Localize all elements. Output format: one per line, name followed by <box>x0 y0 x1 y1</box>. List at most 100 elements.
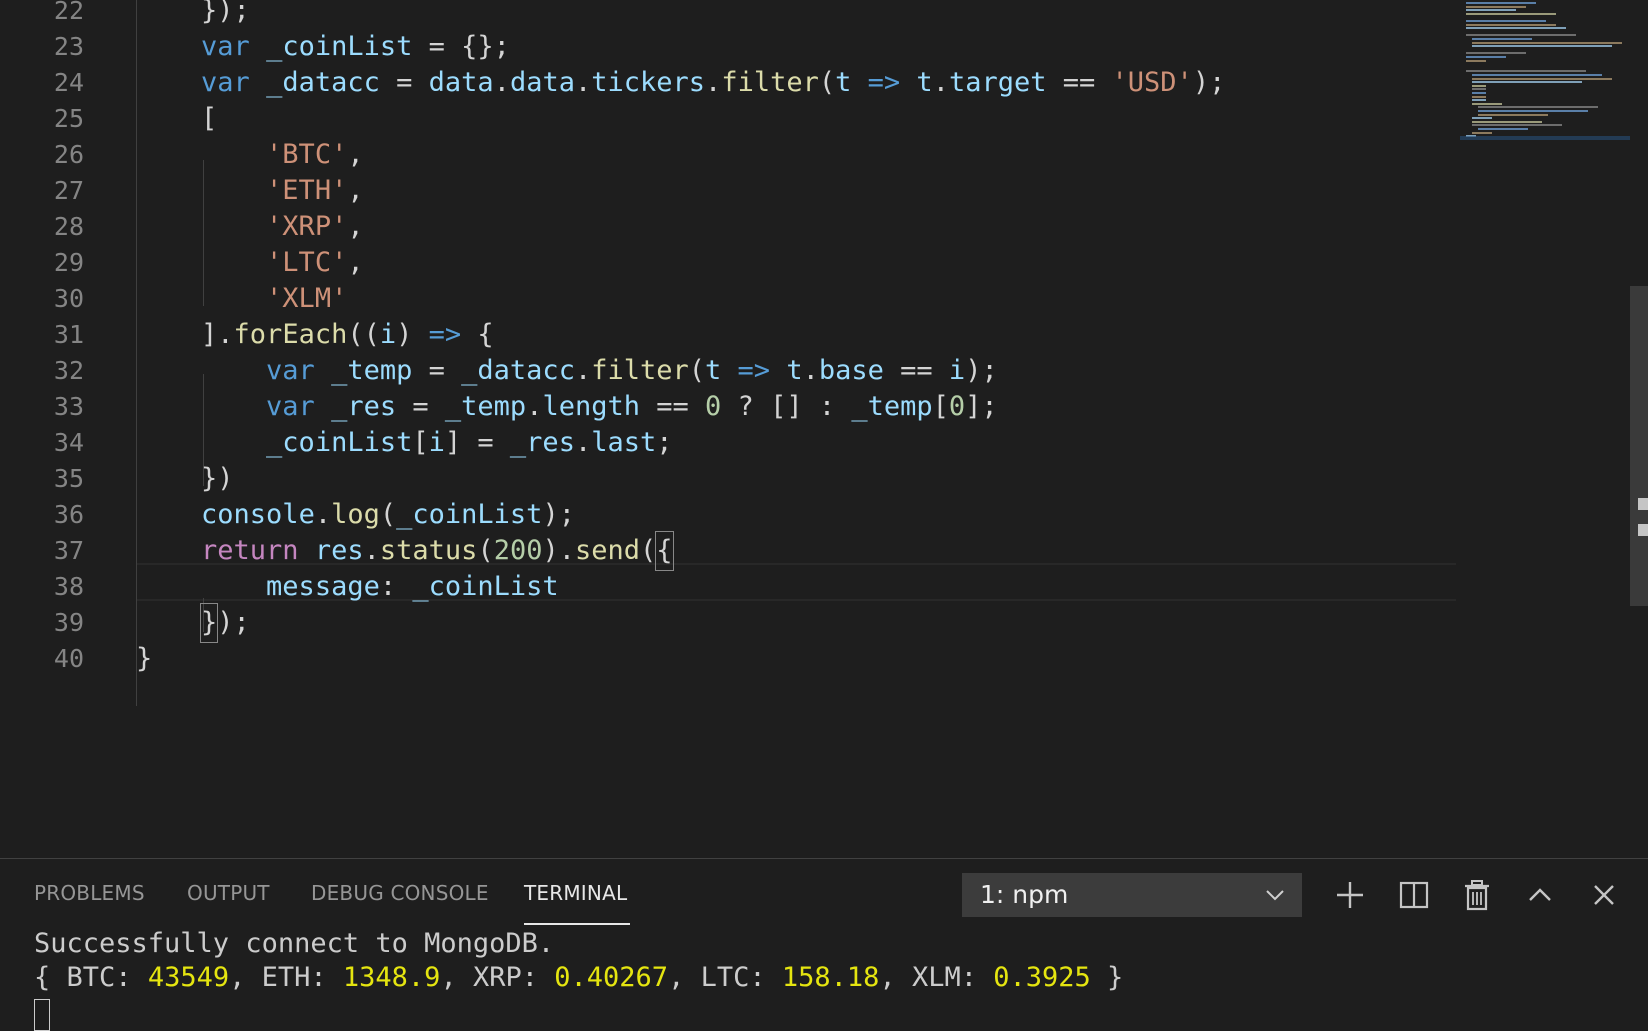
tab-debug-console[interactable]: DEBUG CONSOLE <box>311 881 489 905</box>
line-number: 23 <box>53 32 84 61</box>
line-number: 34 <box>53 428 84 457</box>
code-token: . <box>493 67 510 98</box>
line-number: 37 <box>53 536 84 565</box>
new-terminal-plus-icon[interactable] <box>1332 877 1368 913</box>
minimap-line <box>1472 38 1532 40</box>
code-token: console <box>201 499 315 530</box>
code-line[interactable]: 40} <box>0 640 1460 678</box>
code-line[interactable]: 23 var _coinList = {}; <box>0 28 1460 66</box>
minimap-line <box>1472 81 1582 84</box>
code-line[interactable]: 35 }) <box>0 460 1460 498</box>
code-text: _coinList[i] = _res.last; <box>136 424 672 462</box>
code-token: (( <box>347 319 380 350</box>
code-token: data <box>428 67 494 98</box>
code-line[interactable]: 24 var _datacc = data.data.tickers.filte… <box>0 64 1460 102</box>
split-terminal-icon[interactable] <box>1396 877 1432 913</box>
terminal-selector-value: 1: npm <box>980 880 1069 909</box>
minimap-line <box>1466 70 1586 73</box>
code-token: ); <box>542 499 575 530</box>
code-token: } <box>200 603 219 643</box>
code-line[interactable]: 32 var _temp = _datacc.filter(t => t.bas… <box>0 352 1460 390</box>
line-number: 31 <box>53 320 84 349</box>
terminal-text: } <box>1107 962 1124 993</box>
line-number: 27 <box>53 176 84 205</box>
line-number: 22 <box>53 0 84 25</box>
code-token: => <box>721 355 787 386</box>
code-token: => <box>412 319 478 350</box>
code-token: 'XRP' <box>266 211 348 242</box>
code-token: i <box>428 427 445 458</box>
tab-problems[interactable]: PROBLEMS <box>34 881 145 905</box>
minimap-line <box>1472 131 1492 134</box>
code-text: 'BTC', <box>136 136 364 174</box>
code-token: _coinList <box>396 499 543 530</box>
terminal-text: XLM <box>911 962 961 993</box>
terminal-text: : <box>310 962 343 993</box>
code-line[interactable]: 28 'XRP', <box>0 208 1460 246</box>
minimap-line <box>1466 34 1576 37</box>
code-token: return <box>201 535 299 566</box>
terminal-text: , <box>229 962 262 993</box>
code-token: _res <box>331 391 397 422</box>
terminal-output-coin-list: { BTC: 43549, ETH: 1348.9, XRP: 0.40267,… <box>34 961 1123 995</box>
code-text: var _temp = _datacc.filter(t => t.base =… <box>136 352 998 390</box>
code-token: 'BTC' <box>266 139 348 170</box>
code-line[interactable]: 37 return res.status(200).send({ <box>0 531 1460 571</box>
code-line[interactable]: 27 'ETH', <box>0 172 1460 210</box>
code-token: . <box>574 427 592 458</box>
terminal-text: { <box>34 962 67 993</box>
minimap-line <box>1478 106 1598 109</box>
chevron-up-icon[interactable] <box>1522 877 1558 913</box>
terminal-cursor <box>34 999 50 1031</box>
line-number: 24 <box>53 68 84 97</box>
code-token: . <box>705 67 722 98</box>
line-number: 25 <box>53 104 84 133</box>
code-token: _coinList <box>266 427 413 458</box>
code-line[interactable]: 22 }); <box>0 0 1460 30</box>
minimap-line <box>1478 113 1548 116</box>
code-token: 'ETH' <box>266 175 348 206</box>
terminal-value: 43549 <box>147 962 230 993</box>
active-tab-indicator <box>524 923 630 925</box>
code-line[interactable]: 36 console.log(_coinList); <box>0 496 1460 534</box>
line-number: 28 <box>53 212 84 241</box>
minimap-line <box>1472 41 1622 44</box>
code-line[interactable]: 29 'LTC', <box>0 244 1460 282</box>
code-line[interactable]: 25 [ <box>0 100 1460 138</box>
minimap-line <box>1466 59 1486 62</box>
code-token: . <box>526 391 543 422</box>
code-token: ( <box>818 67 836 98</box>
code-editor[interactable]: 22 }); 23 var _coinList = {}; 24 var _data… <box>0 0 1648 858</box>
code-line[interactable]: 39 }); <box>0 603 1460 643</box>
terminal-text: BTC <box>66 962 116 993</box>
trash-icon[interactable] <box>1459 877 1495 913</box>
code-text: 'ETH', <box>136 172 364 210</box>
code-line[interactable]: 31 ].forEach((i) => { <box>0 316 1460 354</box>
code-line[interactable]: 34 _coinList[i] = _res.last; <box>0 424 1460 462</box>
terminal-text: LTC <box>700 962 750 993</box>
tab-terminal[interactable]: TERMINAL <box>524 881 627 905</box>
code-line[interactable]: 26 'BTC', <box>0 136 1460 174</box>
code-line[interactable]: 33 var _res = _temp.length == 0 ? [] : _… <box>0 388 1460 426</box>
code-token: 'USD' <box>1111 67 1193 98</box>
code-token: last <box>591 427 657 458</box>
terminal-selector-dropdown[interactable]: 1: npm <box>962 873 1302 917</box>
code-token: , <box>347 175 364 206</box>
code-line[interactable]: 30 'XLM' <box>0 280 1460 318</box>
minimap-line <box>1478 128 1528 130</box>
scrollbar-marker <box>1638 498 1648 510</box>
code-token: base <box>818 355 884 386</box>
code-token: . <box>314 499 332 530</box>
close-icon[interactable] <box>1586 877 1622 913</box>
minimap-line <box>1466 27 1566 30</box>
editor-scrollbar-thumb[interactable] <box>1630 286 1648 606</box>
code-token: [ <box>412 427 429 458</box>
code-token: == <box>883 355 949 386</box>
code-line[interactable]: 38 message: _coinList <box>0 568 1460 606</box>
code-token: = <box>396 391 445 422</box>
code-text: 'LTC', <box>136 244 364 282</box>
tab-output[interactable]: OUTPUT <box>187 881 270 905</box>
scrollbar-marker <box>1638 524 1648 536</box>
line-number: 32 <box>53 356 84 385</box>
code-token: { <box>655 531 674 571</box>
